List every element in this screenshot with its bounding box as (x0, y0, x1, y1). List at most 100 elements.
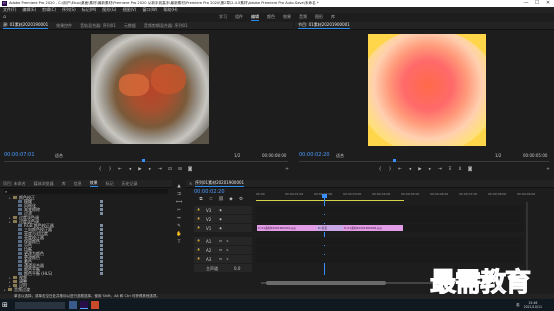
dish-image (91, 34, 209, 144)
tab-audio-clip-mixer[interactable]: 音频剪辑混合器: 序列01 (144, 23, 188, 29)
step-back-icon[interactable]: ◂ (407, 167, 413, 173)
go-to-in-icon[interactable]: ⇤ (117, 167, 123, 173)
type-icon[interactable]: T (176, 240, 182, 246)
tab-audio-track-mixer[interactable]: 音轨混合器: 序列01 (80, 23, 116, 29)
settings-icon[interactable]: ⚙ (238, 197, 244, 203)
step-back-icon[interactable]: ◂ (127, 167, 133, 173)
ripple-edit-icon[interactable]: ⟺ (176, 200, 182, 206)
play-icon[interactable]: ▶ (137, 167, 143, 173)
maximize-button[interactable]: ☐ (532, 0, 542, 7)
go-to-out-icon[interactable]: ⇥ (157, 167, 163, 173)
tab-project[interactable]: 项目: 未命名 (3, 181, 26, 187)
export-frame-icon[interactable]: ◙ (187, 167, 193, 173)
effect-item[interactable]: ▸ 音频过渡 (0, 287, 170, 292)
ruler-tick-label: 00:00:05:00 (401, 192, 420, 196)
source-scrub-bar[interactable] (4, 161, 288, 162)
tab-effect-controls[interactable]: 效果控件 (56, 23, 72, 29)
program-timecode[interactable]: 00:00:02:20 (299, 152, 330, 158)
program-scrub-bar[interactable] (299, 161, 549, 162)
timeline-ruler[interactable]: 00:0000:00:01:0000:00:02:0000:00:03:0000… (256, 192, 546, 200)
insert-icon[interactable]: ⊡ (167, 167, 173, 173)
add-marker-icon[interactable]: ◆ (228, 197, 234, 203)
tab-source[interactable]: 源: 01素材2020190001 (3, 22, 49, 29)
go-to-out-icon[interactable]: ⇥ (437, 167, 443, 173)
file-explorer-icon[interactable] (69, 301, 77, 309)
windows-start-icon[interactable]: ⊞ (2, 300, 12, 310)
source-timecode[interactable]: 00:00:07:01 (4, 152, 35, 158)
play-icon[interactable]: ▶ (417, 167, 423, 173)
source-resolution-dropdown[interactable]: 1/2 (234, 153, 240, 158)
workspace-graphics[interactable]: 图形 (315, 14, 323, 20)
timeline-tab-row: × 序列01素材20201900001 (186, 180, 554, 188)
tab-metadata[interactable]: 元数据 (124, 23, 136, 29)
lift-icon[interactable]: ⊼ (447, 167, 453, 173)
input-language[interactable]: 英 (516, 303, 520, 308)
timeline-timecode[interactable]: 00:00:02:20 (194, 189, 225, 195)
close-button[interactable]: ✕ (543, 0, 553, 7)
mark-out-icon[interactable]: } (387, 167, 393, 173)
linked-selection-icon[interactable]: ⛓ (218, 197, 224, 203)
project-tab-row: 项目: 未命名 媒体浏览器 库 信息 效果 标记 历史记录 (0, 180, 172, 188)
taskbar-search-input[interactable] (15, 301, 65, 309)
workspace-bar: ⌂ 学习 组件 编辑 颜色 效果 音频 图形 库 (0, 13, 554, 21)
workspace-assembly[interactable]: 组件 (235, 14, 243, 20)
nest-icon[interactable]: ⧉ (198, 197, 204, 203)
tab-libraries[interactable]: 库 (62, 181, 66, 187)
source-video-frame[interactable] (91, 34, 209, 144)
selection-icon[interactable]: ▲ (176, 184, 182, 190)
workspace-effects[interactable]: 效果 (283, 14, 291, 20)
snap-icon[interactable]: ⊂ (208, 197, 214, 203)
video-clip[interactable]: fx 01素材20201900004.jpg (343, 225, 403, 231)
mark-in-icon[interactable]: { (97, 167, 103, 173)
track-select-icon[interactable]: ⇉ (176, 192, 182, 198)
mark-out-icon[interactable]: } (107, 167, 113, 173)
export-frame-icon[interactable]: ◙ (467, 167, 473, 173)
scrollbar-thumb[interactable] (266, 281, 386, 285)
workspace-libraries[interactable]: 库 (331, 14, 335, 20)
pen-icon[interactable]: ✎ (176, 224, 182, 230)
workspace-learn[interactable]: 学习 (219, 14, 227, 20)
minimize-button[interactable]: — (521, 0, 531, 7)
transition-clip[interactable]: fx 交叉 (317, 225, 343, 231)
tab-markers[interactable]: 标记 (106, 181, 114, 187)
workspace-editing[interactable]: 编辑 (251, 14, 259, 21)
workspace-audio[interactable]: 音频 (299, 14, 307, 20)
program-playhead[interactable] (393, 159, 396, 162)
timeline-options: ⧉ ⊂ ⛓ ◆ ⚙ (196, 197, 246, 203)
playhead-handle[interactable] (322, 194, 327, 198)
tab-sequence[interactable]: 序列01素材20201900001 (195, 180, 245, 187)
source-playhead[interactable] (142, 159, 145, 162)
work-area-bar[interactable] (256, 200, 404, 201)
overwrite-icon[interactable]: ⊟ (177, 167, 183, 173)
workspace-color[interactable]: 颜色 (267, 14, 275, 20)
crab-image (119, 74, 149, 96)
tab-info[interactable]: 信息 (74, 181, 82, 187)
premiere-taskbar-icon[interactable] (80, 301, 88, 309)
program-add-button-icon[interactable]: + (545, 167, 551, 173)
effects-search-input[interactable]: ⌕ (4, 189, 168, 194)
tab-program[interactable]: 节目: 01素材20201900001 (298, 22, 350, 29)
program-resolution-dropdown[interactable]: 1/2 (495, 153, 501, 158)
slip-icon[interactable]: ↔ (176, 216, 182, 222)
tab-media-browser[interactable]: 媒体浏览器 (34, 181, 54, 187)
tab-history[interactable]: 历史记录 (122, 181, 138, 187)
step-forward-icon[interactable]: ▸ (147, 167, 153, 173)
source-add-button-icon[interactable]: + (284, 167, 290, 173)
mark-in-icon[interactable]: { (377, 167, 383, 173)
hand-icon[interactable]: ✋ (176, 232, 182, 238)
program-video-frame[interactable] (368, 34, 486, 146)
home-icon[interactable]: ⌂ (3, 14, 9, 20)
go-to-in-icon[interactable]: ⇤ (397, 167, 403, 173)
tab-effects[interactable]: 效果 (89, 180, 98, 187)
video-clip[interactable]: fx 01素材20201900001.jpg (257, 225, 317, 231)
step-forward-icon[interactable]: ▸ (427, 167, 433, 173)
source-fit-dropdown[interactable]: 适合 (55, 153, 63, 159)
program-fit-dropdown[interactable]: 适合 (336, 153, 344, 159)
extract-icon[interactable]: ⊻ (457, 167, 463, 173)
close-tab-icon[interactable]: × (189, 181, 192, 186)
ruler-tick-label: 00:00:03:00 (343, 192, 362, 196)
clock-date: 2021/10/11 (523, 305, 542, 309)
app-taskbar-icon[interactable] (91, 301, 99, 309)
system-clock[interactable]: 15:46 2021/10/11 (524, 301, 542, 309)
razor-icon[interactable]: ✂ (176, 208, 182, 214)
